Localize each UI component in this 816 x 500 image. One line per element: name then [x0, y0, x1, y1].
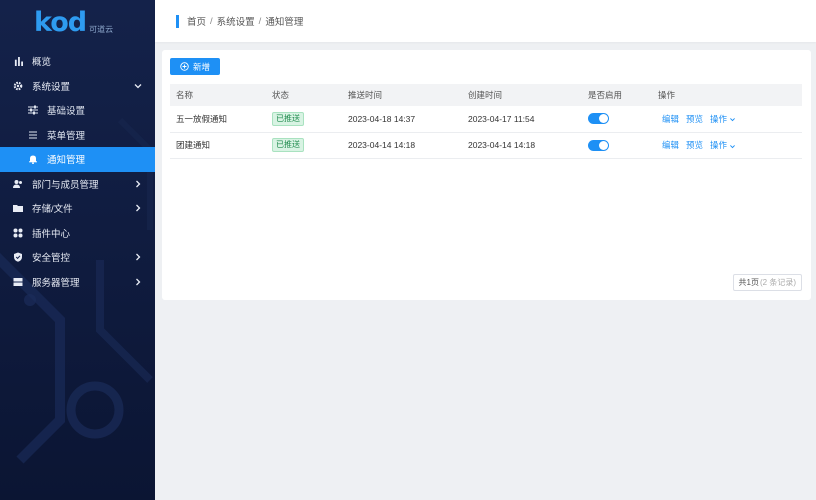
breadcrumb-separator: / — [210, 15, 213, 27]
sidebar-item-storage-files[interactable]: 存储/文件 — [0, 196, 155, 221]
app-logo[interactable]: kod 可道云 — [0, 0, 155, 44]
table-header: 名称 状态 推送时间 创建时间 是否启用 操作 — [170, 84, 802, 106]
server-icon — [13, 277, 23, 287]
chevron-down-icon — [730, 118, 735, 122]
more-actions-label: 操作 — [710, 113, 728, 124]
sidebar-item-label: 插件中心 — [32, 228, 71, 240]
sidebar-item-label: 安全管控 — [32, 253, 71, 265]
row-create-time: 2023-04-14 14:18 — [468, 140, 536, 151]
status-badge-label: 已推送 — [272, 138, 304, 153]
add-button-label: 新增 — [192, 61, 210, 72]
column-header-name[interactable]: 名称 — [176, 89, 193, 101]
sidebar-item-label: 存储/文件 — [32, 204, 73, 216]
breadcrumb-home[interactable]: 首页 — [187, 14, 206, 28]
breadcrumb-separator: / — [258, 15, 262, 27]
chevron-down-icon — [134, 83, 142, 88]
content-panel: 新增 名称 状态 推送时间 创建时间 是否启用 操作 五一放假通知 已推送 20… — [162, 50, 811, 300]
status-badge: 已推送 — [272, 111, 304, 126]
sliders-icon — [28, 105, 38, 115]
edit-link[interactable]: 编辑 — [662, 114, 679, 124]
chart-bar-icon — [13, 56, 23, 66]
page-count: 共1页 — [738, 278, 759, 287]
row-name: 团建通知 — [176, 140, 211, 151]
more-actions-dropdown[interactable]: 操作 — [710, 114, 736, 124]
sidebar-item-label: 系统设置 — [32, 81, 71, 93]
sidebar-item-label: 概览 — [32, 57, 52, 69]
breadcrumb-accent-bar — [176, 14, 179, 28]
users-icon — [13, 179, 23, 189]
chevron-right-icon — [136, 180, 141, 187]
breadcrumb: 首页 / 系统设置 / 通知管理 — [187, 14, 304, 29]
sidebar-item-system-settings[interactable]: 系统设置 — [0, 74, 155, 99]
sidebar-item-security-control[interactable]: 安全管控 — [0, 245, 155, 270]
preview-link[interactable]: 预览 — [686, 114, 703, 124]
sidebar-item-label: 菜单管理 — [47, 130, 86, 142]
pagination-summary: 共1页 (2 条记录) — [732, 274, 802, 291]
row-push-time: 2023-04-18 14:37 — [348, 113, 416, 124]
table-row: 团建通知 已推送 2023-04-14 14:18 2023-04-14 14:… — [170, 133, 802, 159]
status-badge-label: 已推送 — [272, 111, 304, 126]
notification-table: 名称 状态 推送时间 创建时间 是否启用 操作 五一放假通知 已推送 2023-… — [170, 84, 802, 159]
toggle-switch[interactable] — [588, 139, 609, 151]
sidebar-item-label: 部门与成员管理 — [32, 179, 99, 191]
chevron-down-icon — [730, 144, 735, 148]
shield-icon — [13, 252, 23, 263]
sidebar-nav: 概览 系统设置 基础设置 菜单管理 通知管理 部门与成员管理 存储/文件 插件中… — [0, 49, 155, 294]
row-actions: 编辑 预览 操作 — [662, 139, 743, 151]
breadcrumb-current: 通知管理 — [265, 17, 304, 28]
sidebar-item-departments-members[interactable]: 部门与成员管理 — [0, 172, 155, 197]
plus-circle-icon — [180, 62, 189, 71]
logo-mark: kod — [34, 7, 87, 38]
logo-subtitle: 可道云 — [89, 25, 114, 34]
chevron-right-icon — [136, 278, 141, 285]
enabled-toggle[interactable] — [588, 139, 609, 153]
record-count: (2 条记录) — [760, 278, 796, 287]
column-header-status[interactable]: 状态 — [272, 89, 289, 101]
row-name: 五一放假通知 — [176, 113, 228, 124]
grid-icon — [13, 228, 23, 238]
sidebar-item-label: 通知管理 — [47, 155, 86, 167]
menu-lines-icon — [28, 130, 38, 140]
edit-link[interactable]: 编辑 — [662, 140, 679, 150]
chevron-right-icon — [136, 204, 141, 212]
chevron-right-icon — [136, 253, 141, 261]
row-push-time: 2023-04-14 14:18 — [348, 140, 416, 151]
sidebar-item-server-management[interactable]: 服务器管理 — [0, 270, 155, 295]
sidebar-item-notification-management[interactable]: 通知管理 — [0, 147, 155, 172]
gear-icon — [13, 81, 23, 91]
sidebar-item-plugin-center[interactable]: 插件中心 — [0, 221, 155, 246]
row-create-time: 2023-04-17 11:54 — [468, 113, 535, 124]
column-header-create-time[interactable]: 创建时间 — [468, 89, 502, 101]
status-badge: 已推送 — [272, 138, 304, 153]
sidebar-item-label: 服务器管理 — [32, 277, 80, 289]
add-notification-button[interactable]: 新增 — [170, 58, 220, 75]
more-actions-label: 操作 — [710, 140, 728, 151]
toggle-switch[interactable] — [588, 113, 609, 124]
sidebar: kod 可道云 概览 系统设置 基础设置 菜单管理 通知管理 部门与成员管理 存… — [0, 0, 155, 500]
row-actions: 编辑 预览 操作 — [662, 113, 743, 125]
sidebar-item-label: 基础设置 — [47, 106, 86, 118]
preview-link[interactable]: 预览 — [686, 140, 703, 150]
column-header-enabled[interactable]: 是否启用 — [588, 89, 622, 101]
column-header-actions: 操作 — [658, 90, 676, 100]
column-header-push-time[interactable]: 推送时间 — [348, 89, 382, 101]
sidebar-item-menu-management[interactable]: 菜单管理 — [0, 123, 155, 148]
folder-icon — [13, 203, 23, 213]
sidebar-item-overview[interactable]: 概览 — [0, 49, 155, 74]
top-header: 首页 / 系统设置 / 通知管理 — [155, 0, 816, 42]
enabled-toggle[interactable] — [588, 113, 609, 126]
breadcrumb-system-settings[interactable]: 系统设置 — [217, 14, 255, 28]
sidebar-item-basic-settings[interactable]: 基础设置 — [0, 98, 155, 123]
more-actions-dropdown[interactable]: 操作 — [710, 140, 736, 150]
bell-icon — [28, 154, 38, 165]
table-row: 五一放假通知 已推送 2023-04-18 14:37 2023-04-17 1… — [170, 106, 802, 133]
